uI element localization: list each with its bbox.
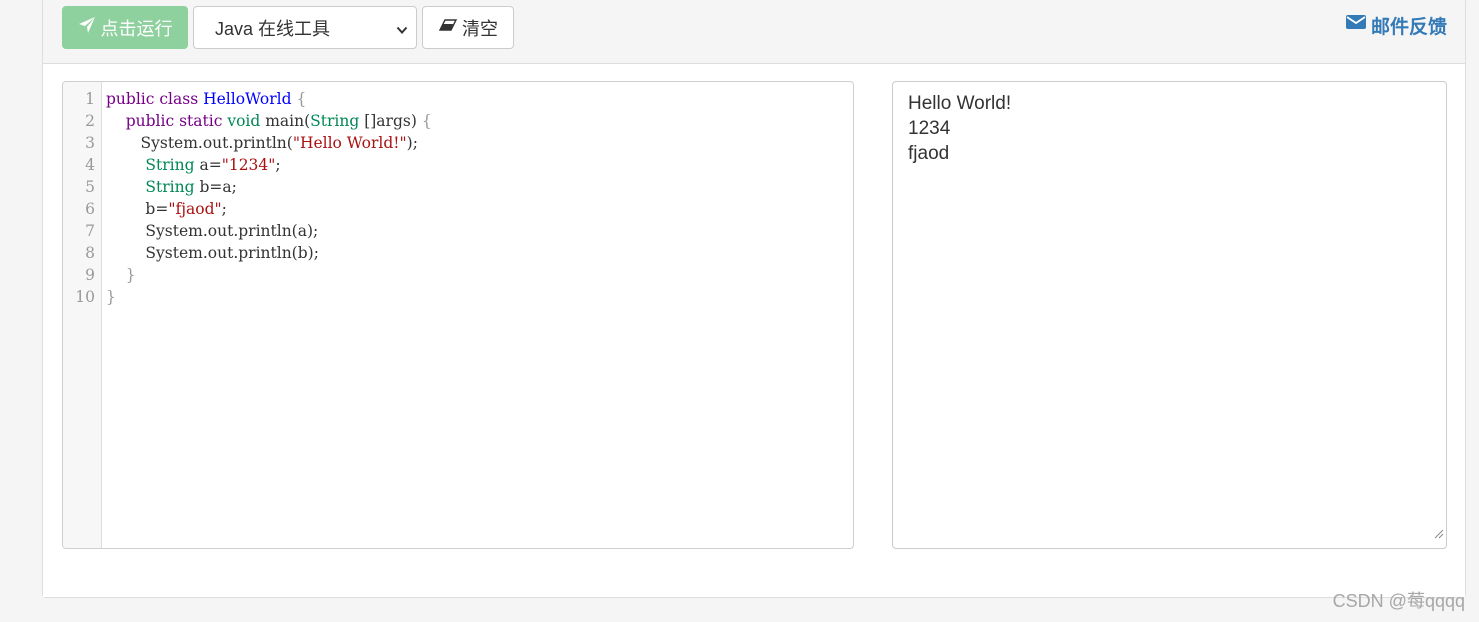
output-line: fjaod (908, 143, 950, 164)
line-number: 5 (85, 178, 95, 196)
eraser-icon (438, 17, 458, 38)
code-token: ; (275, 156, 281, 174)
code-token: ); (406, 134, 418, 152)
paper-plane-icon (78, 16, 96, 39)
output-line: 1234 (908, 118, 951, 139)
chevron-down-icon (396, 21, 408, 42)
code-token: static (179, 112, 223, 130)
code-line: System.out.println("Hello World!"); (106, 132, 418, 154)
code-line: String b=a; (106, 176, 237, 198)
toolbar: 点击运行 Java 在线工具 清空 邮件反馈 (43, 0, 1465, 64)
line-number: 3 (85, 134, 95, 152)
code-token: System.out.println(a); (106, 222, 319, 240)
email-feedback-link[interactable]: 邮件反馈 (1345, 11, 1447, 39)
code-line: System.out.println(a); (106, 220, 318, 242)
code-token: { (421, 112, 432, 130)
clear-button[interactable]: 清空 (422, 6, 514, 49)
code-editor[interactable]: 1 2 3 4 5 6 7 8 9 10 public class HelloWorld { pub… (62, 81, 854, 549)
line-number: 6 (85, 200, 95, 218)
line-number: 8 (85, 244, 95, 262)
page: 点击运行 Java 在线工具 清空 邮件反馈 1 2 3 4 5 6 7 8 9… (0, 0, 1479, 622)
code-token: public (125, 112, 175, 130)
code-token: String (145, 156, 195, 174)
code-token: System.out.println( (106, 134, 293, 152)
language-select-value: Java 在线工具 (215, 18, 331, 39)
code-token: class (159, 90, 199, 108)
code-line: System.out.println(b); (106, 242, 319, 264)
code-token: HelloWorld (203, 90, 292, 108)
code-token: void (227, 112, 261, 130)
code-line: } (106, 264, 136, 286)
line-number: 2 (85, 112, 95, 130)
code-token: "1234" (221, 156, 276, 174)
code-token: System.out.println(b); (106, 244, 319, 262)
code-line: String a="1234"; (106, 154, 281, 176)
code-line: public class HelloWorld { (106, 88, 306, 110)
resize-handle-icon[interactable] (1433, 521, 1444, 546)
watermark: CSDN @莓qqqq (1332, 591, 1465, 611)
code-token: b= (106, 200, 169, 218)
code-token: } (125, 266, 136, 284)
output-textarea[interactable]: Hello World! 1234 fjaod (892, 81, 1447, 549)
clear-button-label: 清空 (462, 18, 498, 39)
code-token: b=a; (194, 178, 237, 196)
code-token: } (106, 288, 116, 306)
language-select[interactable]: Java 在线工具 (193, 6, 417, 49)
code-token: "Hello World!" (292, 134, 407, 152)
line-number: 4 (85, 156, 95, 174)
code-token: { (291, 90, 307, 108)
feedback-label: 邮件反馈 (1370, 16, 1447, 38)
output-line: Hello World! (908, 93, 1012, 114)
line-number: 7 (85, 222, 95, 240)
code-token: String (145, 178, 195, 196)
envelope-icon (1345, 14, 1366, 36)
run-button-label: 点击运行 (100, 18, 173, 39)
code-token: a= (194, 156, 222, 174)
code-line: public static void main(String []args) { (106, 110, 432, 132)
code-token: []args) (359, 112, 422, 130)
line-number: 10 (75, 288, 95, 306)
line-number: 9 (85, 266, 95, 284)
line-number: 1 (85, 90, 95, 108)
run-button[interactable]: 点击运行 (62, 6, 188, 49)
code-token: ; (221, 200, 227, 218)
code-token: "fjaod" (168, 200, 222, 218)
code-line: } (106, 286, 116, 308)
code-line: b="fjaod"; (106, 198, 227, 220)
code-token: main( (260, 112, 311, 130)
code-token: String (310, 112, 360, 130)
code-token: public (106, 90, 155, 108)
